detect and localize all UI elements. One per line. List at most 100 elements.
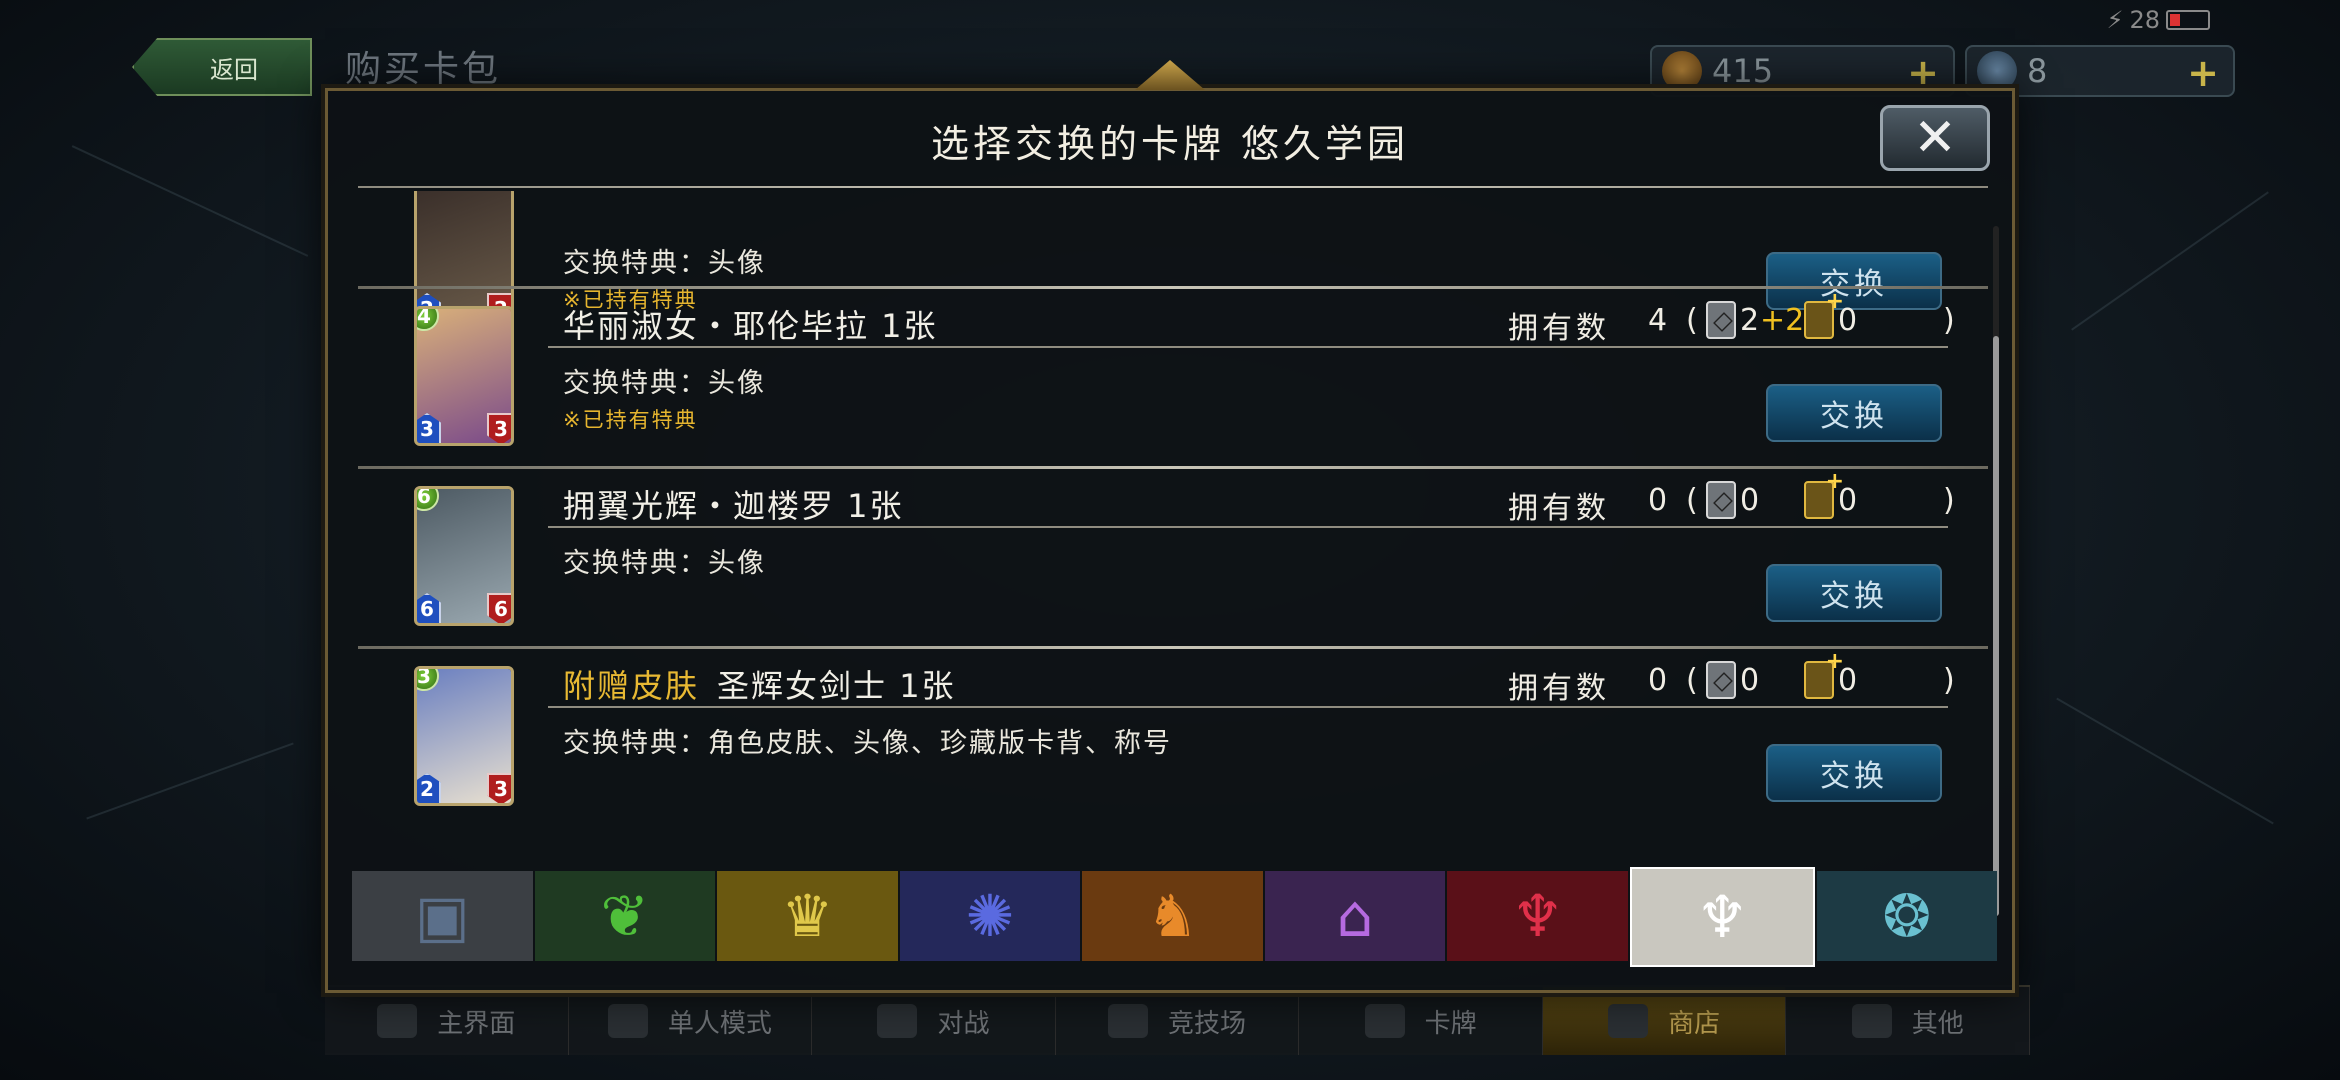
owned-label: 拥有数 [1508, 491, 1610, 526]
shadow-tombstone-icon: ⌂ [1336, 882, 1374, 950]
class-tab[interactable]: ♆ [1447, 871, 1628, 961]
nav-item[interactable]: 主界面 [325, 987, 569, 1055]
owned-total: 4 [1648, 303, 1668, 338]
nav-label: 竞技场 [1168, 1008, 1247, 1039]
card-name: 华丽淑女・耶伦毕拉 1张 [563, 301, 938, 347]
paren-open: ( [1686, 483, 1698, 518]
add-crystal-button[interactable]: + [2187, 51, 2219, 95]
premium-count: 0 [1838, 483, 1858, 518]
nav-item[interactable]: 商店 [1542, 987, 1787, 1055]
class-tab[interactable]: ♞ [1082, 871, 1263, 961]
owned-count: 拥有数 0 (0 0) [1508, 649, 1958, 706]
card-row: 433 华丽淑女・耶伦毕拉 1张交换特典：头像 ※已持有特典 拥有数 4 (2+2 0) 交换 [358, 286, 1988, 466]
nav-icon [1608, 1004, 1649, 1038]
nav-item[interactable]: 其他 [1786, 987, 2031, 1055]
status-bar: ⚡ 28 [2107, 6, 2210, 34]
card-row: 666 拥翼光辉・迦楼罗 1张交换特典：头像 拥有数 0 (0 0) 交换 [358, 466, 1988, 646]
card-thumbnail[interactable]: 323 [414, 666, 514, 806]
neutral-card-icon: ▣ [414, 882, 470, 950]
nav-label: 主界面 [437, 1008, 516, 1039]
paren-open: ( [1686, 663, 1698, 698]
nav-item[interactable]: 对战 [812, 987, 1056, 1055]
nav-label: 对战 [937, 1008, 990, 1039]
header-divider [358, 186, 1988, 188]
nav-label: 商店 [1668, 1008, 1721, 1039]
modal-title: 选择交换的卡牌 悠久学园 [930, 122, 1410, 166]
skin-bonus-tag: 附赠皮肤 [563, 667, 700, 705]
premium-count: 0 [1838, 663, 1858, 698]
class-tab[interactable]: ⌂ [1264, 871, 1446, 961]
card-row: 3 2 3 附赠皮肤 圣辉女剑士 1张 交换特典：角色皮肤、头像、珍藏版卡背、称号 拥有数 0… [358, 646, 1988, 826]
class-tab[interactable]: ✺ [899, 871, 1081, 961]
premium-card-icon [1804, 289, 1844, 339]
gold-amount: 415 [1712, 52, 1774, 90]
row-divider [358, 466, 1988, 469]
class-tab[interactable]: ❦ [534, 871, 716, 961]
charging-icon: ⚡ [2106, 6, 2124, 34]
nav-icon [377, 1004, 418, 1038]
nav-label: 卡牌 [1424, 1008, 1477, 1039]
premium-card-icon [1804, 469, 1844, 519]
nav-icon [1364, 1004, 1405, 1038]
exchange-button[interactable]: 交换 [1766, 744, 1942, 802]
portal-icon: ❂ [1882, 882, 1932, 950]
class-tab[interactable]: ❂ [1816, 871, 1998, 961]
exchange-benefit: 交换特典：头像 [563, 368, 766, 399]
paren-close: ) [1943, 303, 1955, 338]
exchange-button[interactable]: 交换 [1766, 384, 1942, 442]
normal-count: 2 [1740, 303, 1760, 338]
class-tab[interactable]: ♛ [717, 871, 898, 961]
normal-card-icon [1706, 661, 1736, 699]
premium-card-icon [1804, 649, 1844, 699]
list-scrollbar-thumb[interactable] [1993, 336, 1999, 916]
premium-count: 0 [1838, 303, 1858, 338]
row-divider [358, 286, 1988, 289]
nav-label: 单人模式 [667, 1008, 772, 1039]
gold-coin-icon [1662, 51, 1702, 91]
dragon-icon: ♞ [1146, 882, 1199, 950]
exchange-benefit: 交换特典：头像 [563, 248, 766, 279]
extra-count: +2 [1760, 303, 1805, 338]
normal-card-icon [1706, 481, 1736, 519]
row-divider [358, 646, 1988, 649]
nav-icon [1108, 1004, 1149, 1038]
owned-total: 0 [1648, 663, 1668, 698]
page-title: 购买卡包 [345, 49, 502, 90]
class-tab[interactable]: ▣ [352, 871, 533, 961]
close-icon: ✕ [1913, 108, 1957, 168]
owned-total: 0 [1648, 483, 1668, 518]
blood-wings-icon: ♆ [1511, 882, 1564, 950]
class-filter-tabs: ▣ ❦ ♛ ✺ ♞ ⌂ ♆ ♆ ❂ [352, 867, 1998, 967]
normal-count: 0 [1740, 663, 1760, 698]
exchange-button[interactable]: 交换 [1766, 564, 1942, 622]
rune-star-icon: ✺ [965, 882, 1015, 950]
card-name-text: 圣辉女剑士 1张 [717, 667, 956, 705]
battery-level: 28 [2129, 6, 2160, 34]
nav-label: 其他 [1911, 1008, 1964, 1039]
exchange-benefit: 交换特典：角色皮肤、头像、珍藏版卡背、称号 [563, 728, 1172, 759]
normal-count: 0 [1740, 483, 1760, 518]
forest-leaf-icon: ❦ [600, 882, 650, 950]
close-button[interactable]: ✕ [1880, 105, 1990, 171]
paren-close: ) [1943, 483, 1955, 518]
class-tab[interactable]: ♆ [1629, 867, 1815, 967]
haven-wings-icon: ♆ [1696, 883, 1749, 951]
card-name: 附赠皮肤 圣辉女剑士 1张 [563, 661, 956, 707]
card-list[interactable]: 22交换特典：头像※已持有特典交换433华丽淑女・耶伦毕拉 1张交换特典：头像※… [328, 191, 1998, 926]
nav-icon [607, 1004, 648, 1038]
card-name-text: 华丽淑女・耶伦毕拉 1张 [563, 307, 938, 345]
card-thumbnail[interactable]: 666 [414, 486, 514, 626]
crystal-icon [1977, 51, 2017, 91]
nav-item[interactable]: 竞技场 [1056, 987, 1300, 1055]
owned-count: 拥有数 4 (2+2 0) [1508, 289, 1958, 346]
nav-item[interactable]: 卡牌 [1299, 987, 1543, 1055]
nav-item[interactable]: 单人模式 [569, 987, 813, 1055]
card-name: 拥翼光辉・迦楼罗 1张 [563, 481, 904, 527]
battery-icon [2166, 10, 2210, 30]
nav-icon [877, 1004, 918, 1038]
crystal-amount: 8 [2027, 52, 2048, 90]
exchange-benefit: 交换特典：头像 [563, 548, 766, 579]
back-button[interactable]: 返回 [132, 38, 312, 96]
card-thumbnail[interactable]: 433 [414, 306, 514, 446]
normal-card-icon [1706, 301, 1736, 339]
